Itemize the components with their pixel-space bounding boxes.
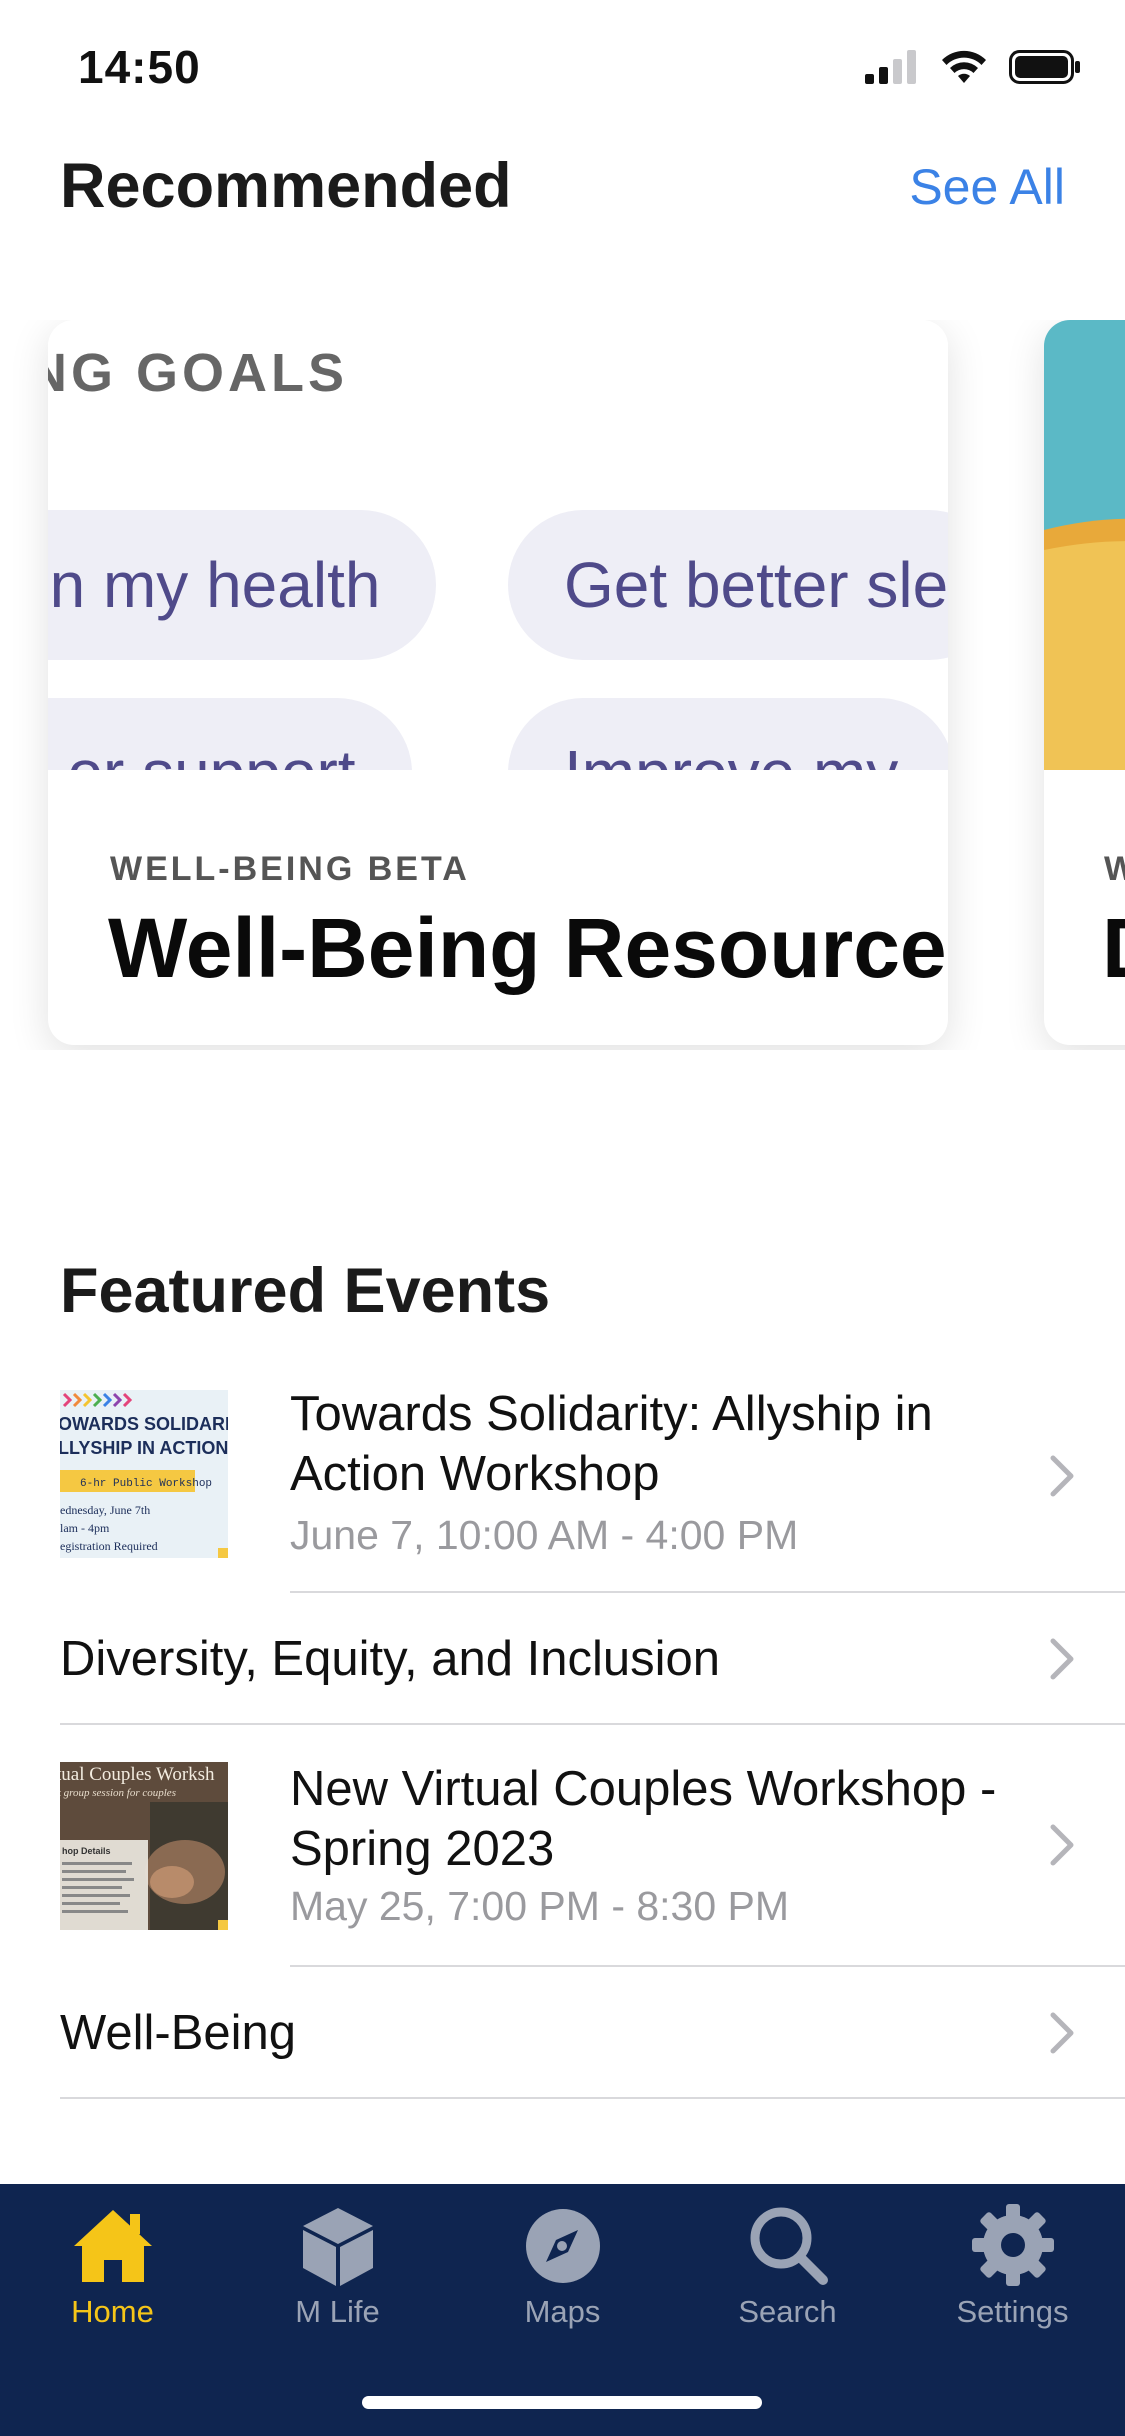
tab-label: M Life (295, 2294, 380, 2329)
tab-mlife[interactable]: M Life (225, 2184, 450, 2344)
goal-pill: Improve my (508, 698, 948, 770)
chevron-right-icon (1050, 1824, 1074, 1866)
status-bar: 14:50 (0, 0, 1125, 120)
thumb-text-3: ednesday, June 7th (60, 1503, 150, 1517)
featured-events-title: Featured Events (60, 1256, 551, 1326)
goal-pill: Get better sle (508, 510, 948, 660)
card-body: WELL-BEING BETA Well-Being Resources (48, 770, 948, 1045)
thumb-badge: 6-hr Public Workshop (80, 1478, 212, 1490)
card-illustration (1044, 320, 1125, 770)
home-icon (73, 2210, 152, 2282)
thumb-text-2: LLYSHIP IN ACTION (60, 1438, 228, 1458)
tab-label: Maps (524, 2294, 601, 2329)
battery-icon (1009, 50, 1080, 84)
tab-search[interactable]: Search (675, 2184, 900, 2344)
card-image: NG GOALS on my health Get better sle p o… (48, 320, 948, 770)
status-time: 14:50 (78, 41, 201, 93)
goal-pill: p or support (48, 698, 412, 770)
event-title: Towards Solidarity: Allyship in Action W… (290, 1387, 933, 1501)
recommended-title: Recommended (60, 151, 512, 221)
thumb-text-3: hop Details (62, 1846, 111, 1856)
event-title: New Virtual Couples Workshop - Spring 20… (290, 1762, 997, 1876)
see-all-link[interactable]: See All (909, 158, 1065, 216)
goals-heading: NG GOALS (48, 343, 349, 403)
compass-icon (525, 2209, 600, 2283)
recommended-header: Recommended See All (0, 150, 1125, 230)
tab-maps[interactable]: Maps (450, 2184, 675, 2344)
search-icon (750, 2207, 828, 2285)
cellular-signal-icon (865, 50, 916, 84)
card-image (1044, 320, 1125, 770)
home-indicator[interactable] (362, 2396, 762, 2409)
tab-home[interactable]: Home (0, 2184, 225, 2344)
tab-settings[interactable]: Settings (900, 2184, 1125, 2344)
tab-label: Search (738, 2294, 837, 2329)
category-title: Well-Being (60, 2006, 297, 2060)
event-thumbnail: tual Couples Worksh k group session for … (60, 1762, 228, 1930)
chevron-right-icon (1050, 2012, 1074, 2054)
thumb-text-4: lam - 4pm (60, 1521, 110, 1535)
event-thumbnail: OWARDS SOLIDARIT LLYSHIP IN ACTION 6-hr … (60, 1390, 228, 1558)
card-body: W D (1044, 770, 1125, 1045)
chevron-right-icon (1050, 1638, 1074, 1680)
cube-icon (302, 2208, 373, 2286)
card-eyebrow: WELL-BEING BETA (110, 850, 470, 888)
card-title: Well-Being Resources (108, 901, 948, 995)
chevron-right-icon (1050, 1455, 1074, 1497)
category-title: Diversity, Equity, and Inclusion (60, 1632, 720, 1686)
event-thumbnail-art: tual Couples Worksh k group session for … (60, 1762, 228, 1930)
category-row[interactable]: Well-Being (0, 1967, 1125, 2099)
recommended-carousel[interactable]: NG GOALS on my health Get better sle p o… (0, 320, 1125, 1050)
goal-pill: on my health (48, 510, 437, 660)
status-icons (865, 50, 1081, 84)
event-row[interactable]: OWARDS SOLIDARIT LLYSHIP IN ACTION 6-hr … (0, 1380, 1125, 1593)
category-row[interactable]: Diversity, Equity, and Inclusion (0, 1593, 1125, 1725)
wifi-icon (942, 50, 986, 83)
tab-label: Settings (956, 2294, 1069, 2329)
event-row[interactable]: tual Couples Worksh k group session for … (0, 1725, 1125, 1967)
thumb-text-1: OWARDS SOLIDARIT (60, 1414, 228, 1434)
card-eyebrow: W (1104, 850, 1125, 888)
gear-icon (971, 2204, 1054, 2286)
event-datetime: May 25, 7:00 PM - 8:30 PM (290, 1883, 790, 1929)
thumb-text-2: k group session for couples (60, 1787, 176, 1799)
thumb-text-1: tual Couples Worksh (60, 1764, 215, 1785)
event-thumbnail-art: OWARDS SOLIDARIT LLYSHIP IN ACTION 6-hr … (60, 1390, 228, 1558)
recommended-card-next[interactable]: W D (1044, 320, 1125, 1045)
thumb-text-5: egistration Required (60, 1539, 158, 1553)
card-title: D (1102, 900, 1125, 997)
row-divider (60, 2097, 1125, 2099)
recommended-card-wellbeing[interactable]: NG GOALS on my health Get better sle p o… (48, 320, 948, 1045)
tab-label: Home (71, 2294, 154, 2329)
event-datetime: June 7, 10:00 AM - 4:00 PM (290, 1512, 799, 1558)
